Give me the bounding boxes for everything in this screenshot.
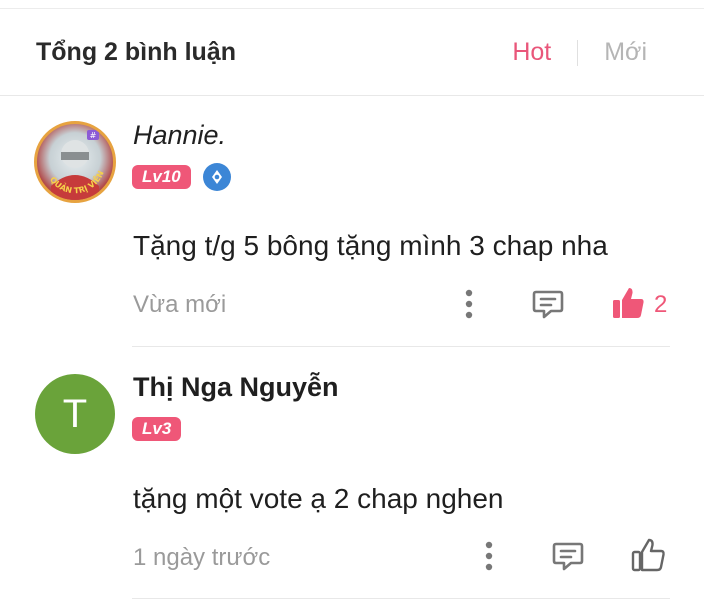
avatar[interactable]: T (35, 374, 115, 454)
like-count: 2 (654, 291, 668, 318)
comments-header: Tổng 2 bình luận Hot Mới (0, 9, 704, 96)
comment-count-label: Tổng 2 bình luận (36, 38, 236, 66)
comment-text: tặng một vote ạ 2 chap nghen (133, 483, 504, 514)
like-icon[interactable] (608, 284, 648, 322)
comment-time: 1 ngày trước (133, 544, 271, 571)
svg-text:#: # (90, 131, 97, 140)
comment-username[interactable]: Hannie. (133, 120, 226, 151)
admin-avatar-frame-icon: # QUẢN TRỊ VIÊN (48, 130, 106, 200)
comment-username[interactable]: Thị Nga Nguyễn (133, 372, 339, 403)
comment-divider (132, 346, 670, 347)
more-options-icon[interactable] (478, 538, 500, 574)
sort-tabs: Hot Mới (512, 38, 647, 67)
avatar[interactable]: # QUẢN TRỊ VIÊN (34, 121, 116, 203)
user-badges: Lv3 (132, 417, 182, 441)
sort-hot-tab[interactable]: Hot (512, 38, 551, 67)
reply-icon[interactable] (530, 286, 566, 322)
level-badge: Lv3 (132, 417, 182, 441)
sort-separator (577, 39, 579, 66)
more-options-icon[interactable] (458, 286, 480, 322)
comment-divider (132, 598, 670, 599)
vip-badge-icon (202, 163, 231, 191)
comment-time: Vừa mới (133, 291, 227, 318)
like-icon[interactable] (628, 536, 668, 574)
comment-text: Tặng t/g 5 bông tặng mình 3 chap nha (133, 230, 608, 261)
level-badge: Lv10 (132, 165, 191, 189)
sort-new-tab[interactable]: Mới (604, 38, 647, 67)
user-badges: Lv10 (132, 163, 231, 191)
reply-icon[interactable] (550, 538, 586, 574)
